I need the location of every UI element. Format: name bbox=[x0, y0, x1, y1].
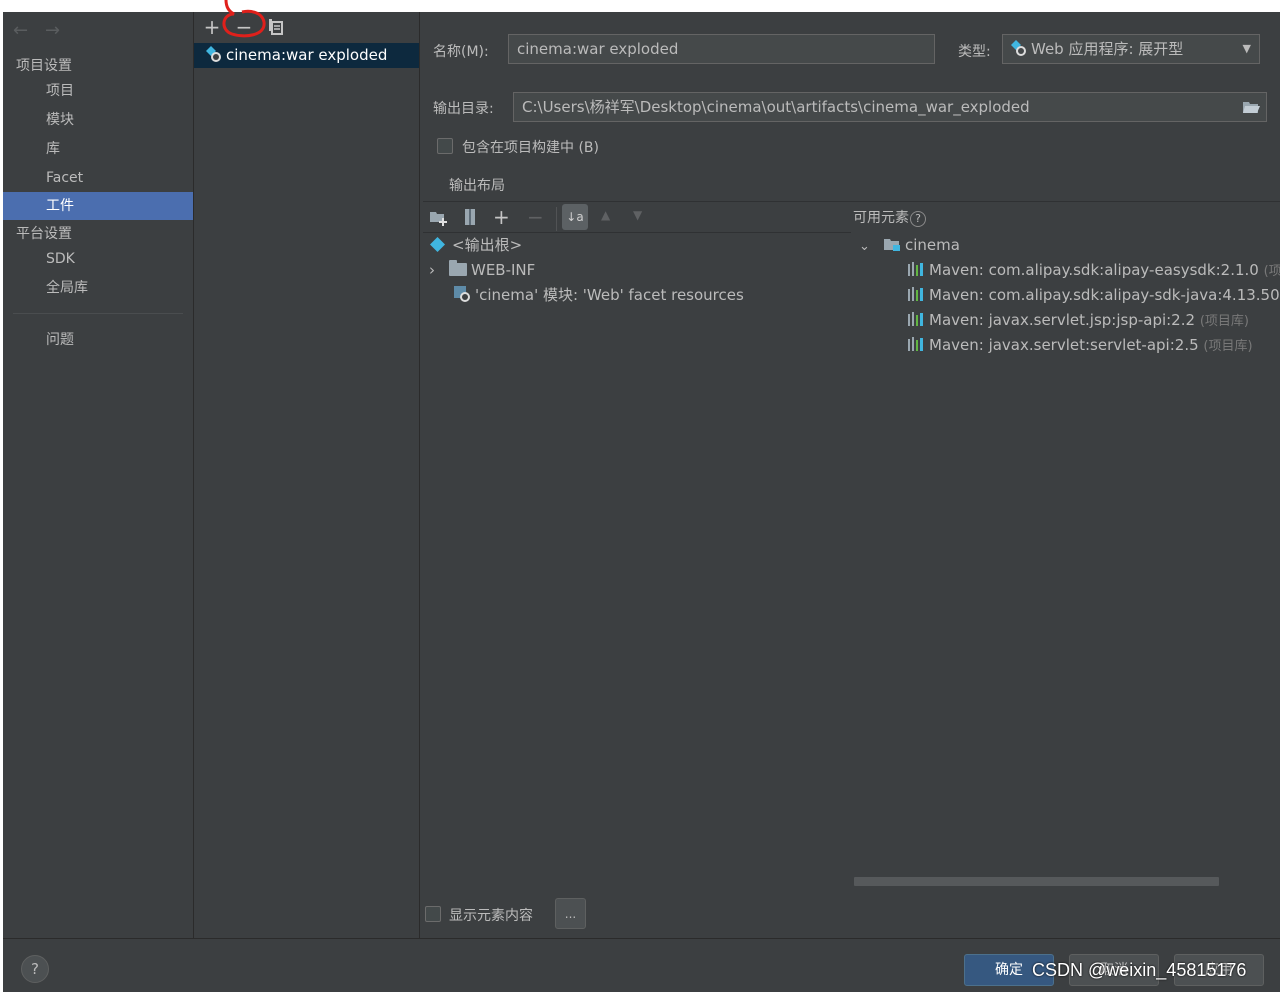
available-module-label: cinema bbox=[905, 236, 960, 254]
nav-item-sdk[interactable]: SDK bbox=[3, 245, 193, 273]
lib-suffix: (项目库) bbox=[1199, 314, 1249, 329]
csdn-watermark: CSDN @weixin_45815176 bbox=[1032, 960, 1247, 980]
available-lib-item[interactable]: Maven: com.alipay.sdk:alipay-easysdk:2.1… bbox=[907, 258, 1280, 283]
available-lib-item[interactable]: Maven: com.alipay.sdk:alipay-sdk-java:4.… bbox=[907, 283, 1280, 308]
layout-item-label: 'cinema' 模块: 'Web' facet resources bbox=[475, 286, 744, 304]
output-dir-label: 输出目录: bbox=[433, 101, 494, 117]
layout-root[interactable]: <输出根> bbox=[429, 233, 522, 258]
ellipsis-button[interactable]: ... bbox=[555, 898, 586, 929]
move-up-icon: ▲ bbox=[601, 208, 611, 222]
move-down-icon: ▼ bbox=[633, 208, 643, 222]
name-label: 名称(M): bbox=[433, 44, 489, 60]
nav-item-global-libraries[interactable]: 全局库 bbox=[3, 274, 193, 302]
web-artifact-icon bbox=[206, 46, 221, 62]
horizontal-scrollbar[interactable] bbox=[854, 877, 1219, 886]
library-icon bbox=[908, 262, 923, 276]
footer-divider bbox=[3, 938, 1280, 939]
folder-icon bbox=[449, 260, 467, 276]
nav-divider bbox=[13, 313, 183, 314]
available-elements-header: 可用元素? bbox=[853, 207, 926, 227]
lib-suffix: (项目库) bbox=[1203, 339, 1253, 354]
library-icon bbox=[908, 337, 923, 351]
lib-suffix: (项目 bbox=[1263, 264, 1280, 279]
artifact-item[interactable]: cinema:war exploded bbox=[194, 43, 419, 68]
output-dir-field[interactable]: C:\Users\杨祥军\Desktop\cinema\out\artifact… bbox=[513, 92, 1267, 122]
module-folder-icon bbox=[884, 239, 900, 251]
create-directory-icon[interactable] bbox=[429, 207, 449, 227]
layout-item-facet-resources[interactable]: 'cinema' 模块: 'Web' facet resources bbox=[453, 283, 744, 308]
arrow-right-icon[interactable]: → bbox=[45, 20, 60, 41]
output-root-icon bbox=[430, 237, 445, 252]
nav-section-project-settings: 项目设置 bbox=[16, 58, 72, 74]
sort-alpha-icon[interactable]: ↓a bbox=[562, 204, 588, 230]
lib-label: Maven: com.alipay.sdk:alipay-easysdk:2.1… bbox=[929, 261, 1259, 279]
available-lib-item[interactable]: Maven: javax.servlet.jsp:jsp-api:2.2 (项目… bbox=[907, 308, 1249, 333]
available-lib-item[interactable]: Maven: javax.servlet:servlet-api:2.5 (项目… bbox=[907, 333, 1253, 358]
show-content-label: 显示元素内容 bbox=[449, 908, 533, 924]
available-elements-label: 可用元素 bbox=[853, 210, 909, 226]
nav-section-platform-settings: 平台设置 bbox=[16, 226, 72, 242]
nav-item-libraries[interactable]: 库 bbox=[3, 135, 193, 163]
output-dir-value: C:\Users\杨祥军\Desktop\cinema\out\artifact… bbox=[522, 98, 1030, 116]
include-in-build-label: 包含在项目构建中 (B) bbox=[462, 140, 599, 156]
chevron-right-icon[interactable]: › bbox=[429, 258, 449, 283]
chevron-down-icon: ▼ bbox=[1242, 42, 1251, 55]
lib-label: Maven: com.alipay.sdk:alipay-sdk-java:4.… bbox=[929, 286, 1280, 304]
help-circle-icon[interactable]: ? bbox=[910, 211, 926, 227]
folder-open-icon[interactable] bbox=[1242, 99, 1260, 115]
nav-item-modules[interactable]: 模块 bbox=[3, 106, 193, 134]
nav-item-artifacts[interactable]: 工件 bbox=[3, 192, 193, 220]
nav-item-problems[interactable]: 问题 bbox=[3, 326, 193, 354]
lib-label: Maven: javax.servlet:servlet-api:2.5 bbox=[929, 336, 1199, 354]
type-select-value: Web 应用程序: 展开型 bbox=[1031, 40, 1184, 58]
nav-item-project[interactable]: 项目 bbox=[3, 77, 193, 105]
layout-root-label: <输出根> bbox=[452, 236, 523, 254]
type-label: 类型: bbox=[958, 44, 991, 60]
chevron-down-icon[interactable]: ⌄ bbox=[859, 234, 883, 259]
nav-item-facet[interactable]: Facet bbox=[3, 164, 193, 192]
web-resource-icon bbox=[454, 286, 470, 302]
layout-item-web-inf[interactable]: › WEB-INF bbox=[429, 258, 535, 283]
show-content-checkbox[interactable] bbox=[425, 906, 441, 922]
library-icon bbox=[908, 312, 923, 326]
type-select[interactable]: Web 应用程序: 展开型 ▼ bbox=[1002, 34, 1260, 64]
layout-add-icon[interactable]: + bbox=[493, 205, 510, 229]
library-icon bbox=[908, 287, 923, 301]
toolbar-separator bbox=[556, 207, 557, 231]
lib-label: Maven: javax.servlet.jsp:jsp-api:2.2 bbox=[929, 311, 1196, 329]
web-artifact-icon bbox=[1011, 40, 1026, 56]
settings-nav: ← → 项目设置 项目 模块 库 Facet 工件 平台设置 SDK 全局库 问… bbox=[3, 12, 194, 938]
available-module-cinema[interactable]: ⌄ cinema bbox=[859, 233, 960, 258]
artifact-item-label: cinema:war exploded bbox=[226, 46, 388, 64]
layout-item-label: WEB-INF bbox=[471, 261, 536, 279]
include-in-build-checkbox[interactable] bbox=[437, 138, 453, 154]
output-layout-tab[interactable]: 输出布局 bbox=[449, 175, 505, 195]
tab-divider bbox=[423, 201, 1280, 202]
add-archive-icon[interactable] bbox=[461, 207, 479, 227]
name-field[interactable]: cinema:war exploded bbox=[508, 34, 935, 64]
project-structure-dialog: ← → 项目设置 项目 模块 库 Facet 工件 平台设置 SDK 全局库 问… bbox=[3, 0, 1280, 992]
artifact-list-panel: + − cinema:war exploded bbox=[194, 0, 420, 938]
arrow-left-icon[interactable]: ← bbox=[13, 20, 28, 41]
layout-remove-icon: − bbox=[527, 205, 544, 229]
help-button[interactable]: ? bbox=[21, 955, 49, 983]
